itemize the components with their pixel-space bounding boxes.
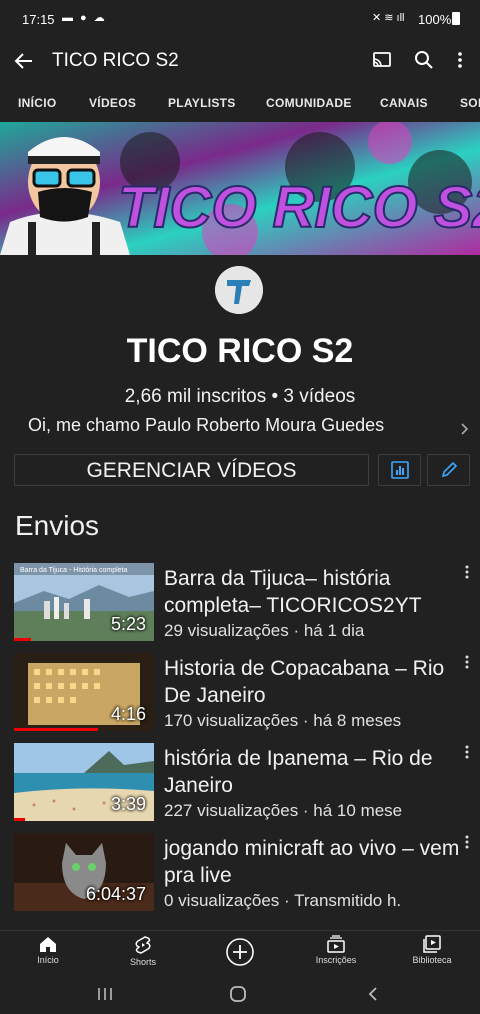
battery-level: 100% <box>418 12 452 27</box>
recent-apps-icon[interactable] <box>96 986 114 1002</box>
nav-create[interactable] <box>195 937 285 969</box>
video-title[interactable]: Barra da Tijuca– história completa– TICO… <box>164 565 464 619</box>
pencil-icon <box>441 461 457 478</box>
chevron-right-icon[interactable] <box>460 422 470 436</box>
watch-progress-bar <box>14 638 31 641</box>
video-thumbnail[interactable]: Barra da Tijuca - História completa 5:23 <box>14 563 154 641</box>
system-navigation-bar <box>0 976 480 1014</box>
section-title: Envios <box>15 510 100 541</box>
video-title[interactable]: Historia de Copacabana – Rio De Janeiro <box>164 655 464 709</box>
nav-home-label: Início <box>37 955 59 965</box>
video-meta: 29 visualizações · há 1 dia <box>164 621 365 640</box>
video-more-icon[interactable] <box>462 563 472 583</box>
video-duration: 6:04:37 <box>85 884 146 904</box>
nav-shorts-label: Shorts <box>129 957 156 967</box>
tab-playlists[interactable]: PLAYLISTS <box>168 96 236 110</box>
tab-canais[interactable]: CANAIS <box>380 96 428 110</box>
banner-image: TICO RICO S2 <box>0 122 480 255</box>
video-thumbnail[interactable]: 6:04:37 <box>14 833 154 911</box>
edit-channel-button[interactable] <box>427 454 470 486</box>
thumbnail-caption: Barra da Tijuca - História completa <box>20 567 127 574</box>
back-button-icon[interactable] <box>366 986 380 1002</box>
video-duration: 5:23 <box>110 614 146 634</box>
video-thumbnail[interactable]: 3:39 <box>14 743 154 821</box>
nav-subscriptions[interactable]: Inscrições <box>291 935 381 965</box>
analytics-icon <box>390 461 409 479</box>
video-item[interactable]: Barra da Tijuca - História completa 5:23… <box>0 563 480 647</box>
bottom-navigation: Início Shorts Inscrições Biblioteca <box>0 930 480 977</box>
video-item[interactable]: 6:04:37 jogando minicraft ao vivo – vem … <box>0 833 480 917</box>
watch-progress-bar <box>14 728 98 731</box>
library-icon <box>423 935 441 953</box>
tab-sobre[interactable]: SOB <box>460 96 480 110</box>
page-title: TICO RICO S2 <box>52 50 179 71</box>
app-bar: TICO RICO S2 <box>0 38 480 84</box>
more-options-icon[interactable] <box>455 50 465 70</box>
video-title[interactable]: jogando minicraft ao vivo – vem pra live <box>164 835 464 889</box>
analytics-button[interactable] <box>378 454 421 486</box>
search-icon[interactable] <box>414 50 434 70</box>
video-item[interactable]: 3:39 história de Ipanema – Rio de Janeir… <box>0 743 480 827</box>
subscriptions-icon <box>327 935 345 953</box>
home-button-icon[interactable] <box>229 985 247 1003</box>
video-more-icon[interactable] <box>462 833 472 853</box>
video-item[interactable]: 4:16 Historia de Copacabana – Rio De Jan… <box>0 653 480 737</box>
notification-icons: ▬ ● ☁ <box>62 12 107 24</box>
back-arrow-icon[interactable] <box>14 51 34 71</box>
video-thumbnail[interactable]: 4:16 <box>14 653 154 731</box>
video-meta: 227 visualizações · há 10 mese <box>164 801 403 820</box>
channel-description[interactable]: Oi, me chamo Paulo Roberto Moura Guedes <box>28 415 448 436</box>
signal-icons: ✕ ≋ ıll <box>372 12 405 24</box>
nav-shorts[interactable]: Shorts <box>98 935 188 967</box>
status-bar: 17:15 ▬ ● ☁ ✕ ≋ ıll 100% <box>0 0 480 38</box>
video-meta: 170 visualizações · há 8 meses <box>164 711 402 730</box>
status-time: 17:15 <box>22 12 55 27</box>
video-duration: 4:16 <box>110 704 146 724</box>
manage-videos-button[interactable]: GERENCIAR VÍDEOS <box>14 454 369 486</box>
video-duration: 3:39 <box>110 794 146 814</box>
nav-library-label: Biblioteca <box>412 955 452 965</box>
channel-avatar[interactable] <box>215 266 263 314</box>
nav-library[interactable]: Biblioteca <box>387 935 477 965</box>
battery-icon <box>452 12 460 25</box>
video-more-icon[interactable] <box>462 743 472 763</box>
tab-videos[interactable]: VÍDEOS <box>89 96 136 110</box>
channel-tabs: INÍCIO VÍDEOS PLAYLISTS COMUNIDADE CANAI… <box>0 84 480 122</box>
channel-name: TICO RICO S2 <box>126 332 354 370</box>
nav-home[interactable]: Início <box>3 935 93 965</box>
nav-subscriptions-label: Inscrições <box>315 955 357 965</box>
channel-stats: 2,66 mil inscritos • 3 vídeos <box>124 386 356 407</box>
cast-icon[interactable] <box>372 51 392 69</box>
banner-text: TICO RICO S2 <box>118 175 480 240</box>
shorts-icon <box>135 936 151 954</box>
home-icon <box>40 937 56 952</box>
tab-inicio[interactable]: INÍCIO <box>18 96 56 110</box>
video-more-icon[interactable] <box>462 653 472 673</box>
channel-banner: TICO RICO S2 <box>0 122 480 255</box>
create-plus-icon <box>226 938 254 966</box>
watch-progress-bar <box>14 818 26 821</box>
avatar-logo-icon <box>215 266 263 314</box>
tab-comunidade[interactable]: COMUNIDADE <box>266 96 352 110</box>
video-meta: 0 visualizações · Transmitido h. <box>164 891 402 910</box>
video-title[interactable]: história de Ipanema – Rio de Janeiro <box>164 745 464 799</box>
